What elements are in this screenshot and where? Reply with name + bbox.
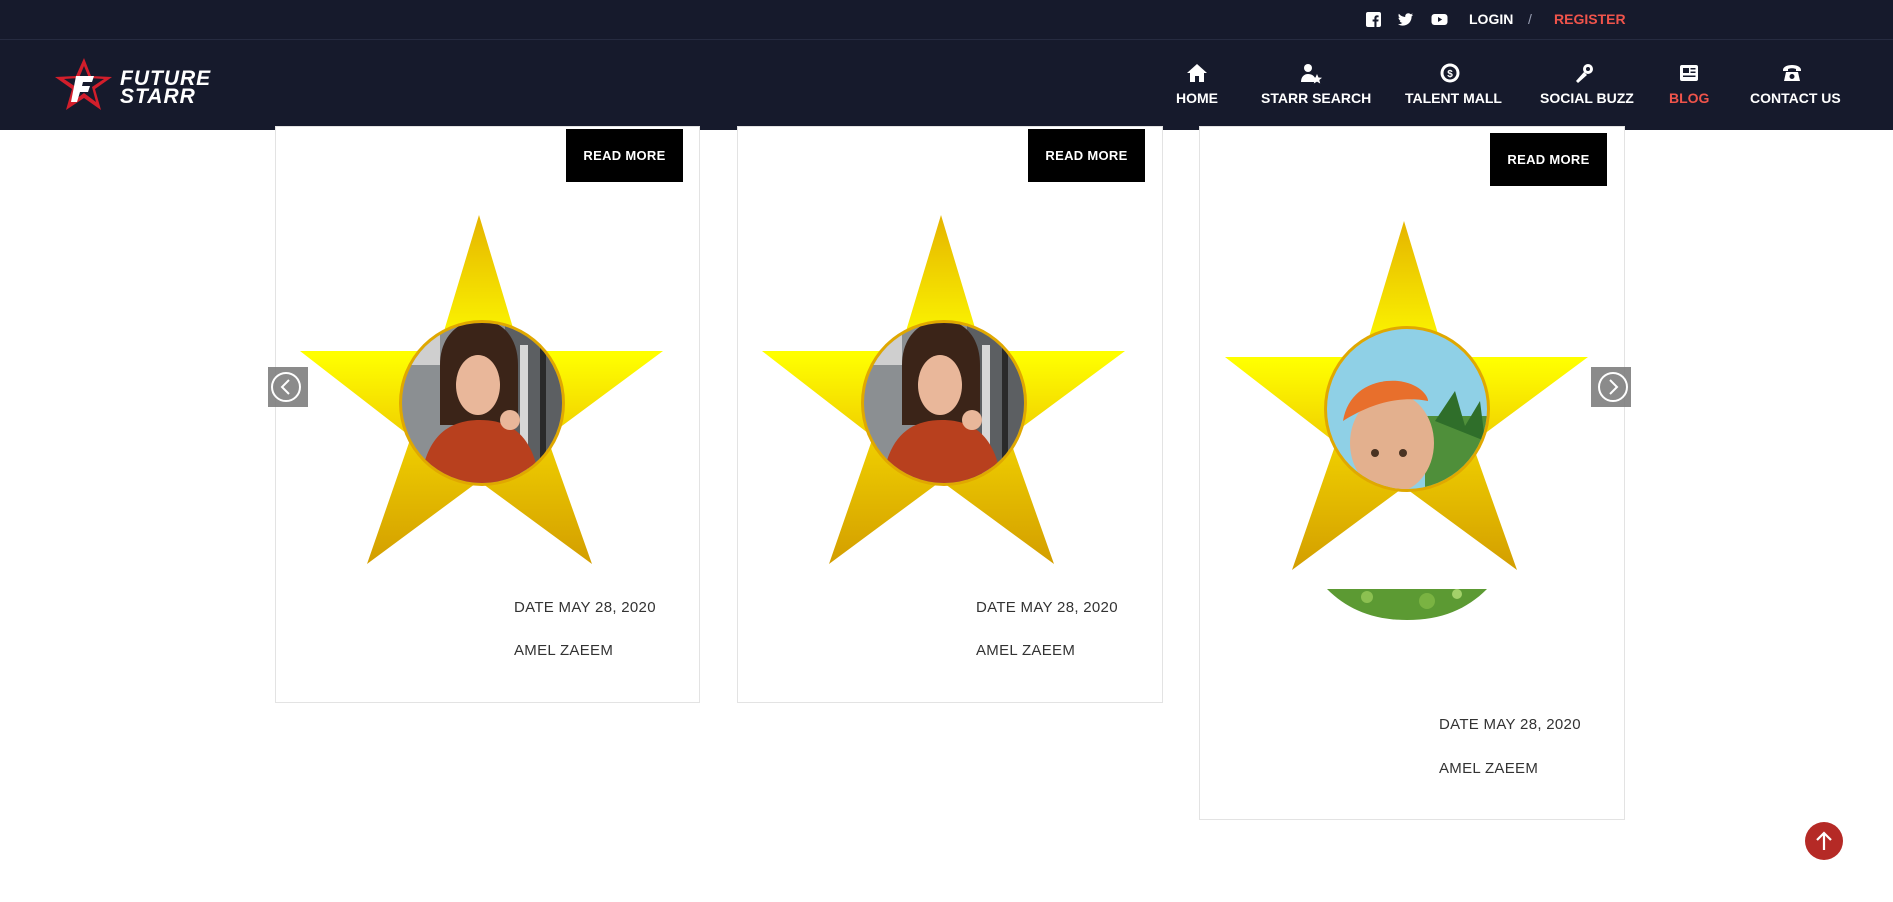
read-more-button-2[interactable]: READ MORE (1028, 129, 1145, 182)
newspaper-icon (1680, 65, 1698, 81)
read-more-button-1[interactable]: READ MORE (566, 129, 683, 182)
nav-talent-mall[interactable]: $ TALENT MALL (1405, 62, 1502, 106)
nav-social-buzz-label: SOCIAL BUZZ (1540, 90, 1634, 106)
chevron-left-icon (271, 372, 301, 402)
youtube-icon[interactable] (1431, 11, 1448, 28)
nav-contact-us-label: CONTACT US (1750, 90, 1841, 106)
brand-name: FUTURE STARR (120, 68, 211, 108)
facebook-icon[interactable] (1365, 11, 1382, 28)
star-avatar-1[interactable] (300, 215, 666, 565)
user-star-icon (1301, 64, 1322, 84)
microphone-icon (1576, 64, 1593, 83)
card-2-author: AMEL ZAEEM (976, 642, 1076, 659)
nav-home-label: HOME (1176, 90, 1218, 106)
top-separator: / (1528, 11, 1532, 27)
star-avatar-2[interactable] (762, 215, 1128, 565)
twitter-icon[interactable] (1397, 11, 1414, 28)
nav-contact-us[interactable]: CONTACT US (1750, 62, 1841, 106)
arrow-up-icon (1816, 831, 1832, 850)
svg-text:$: $ (1447, 69, 1453, 80)
card-3-date: DATE MAY 28, 2020 (1439, 716, 1581, 733)
login-link[interactable]: LOGIN (1469, 11, 1513, 28)
register-link[interactable]: REGISTER (1554, 11, 1626, 28)
brand-line2: STARR (120, 85, 196, 108)
read-more-button-3[interactable]: READ MORE (1490, 133, 1607, 186)
carousel-prev-button[interactable] (268, 367, 308, 407)
nav-social-buzz[interactable]: SOCIAL BUZZ (1540, 62, 1634, 106)
card-1-author: AMEL ZAEEM (514, 642, 614, 659)
star-avatar-3[interactable] (1225, 221, 1591, 571)
card-2-date: DATE MAY 28, 2020 (976, 599, 1118, 616)
scroll-to-top-button[interactable] (1805, 822, 1843, 860)
nav-talent-mall-label: TALENT MALL (1405, 90, 1502, 106)
dollar-badge-icon: $ (1440, 63, 1460, 83)
telephone-icon (1783, 65, 1801, 81)
nav-blog[interactable]: BLOG (1669, 62, 1709, 106)
top-bar: LOGIN / REGISTER (0, 0, 1893, 40)
card-1-date: DATE MAY 28, 2020 (514, 599, 656, 616)
nav-starr-search[interactable]: STARR SEARCH (1261, 62, 1372, 106)
home-icon (1187, 64, 1207, 82)
nav-home[interactable]: HOME (1176, 62, 1218, 106)
nav-starr-search-label: STARR SEARCH (1261, 90, 1372, 106)
carousel-next-button[interactable] (1591, 367, 1631, 407)
card-3-image-overflow (1327, 589, 1487, 620)
nav-blog-label: BLOG (1669, 90, 1710, 106)
card-3-author: AMEL ZAEEM (1439, 760, 1539, 777)
chevron-right-icon (1598, 372, 1628, 402)
